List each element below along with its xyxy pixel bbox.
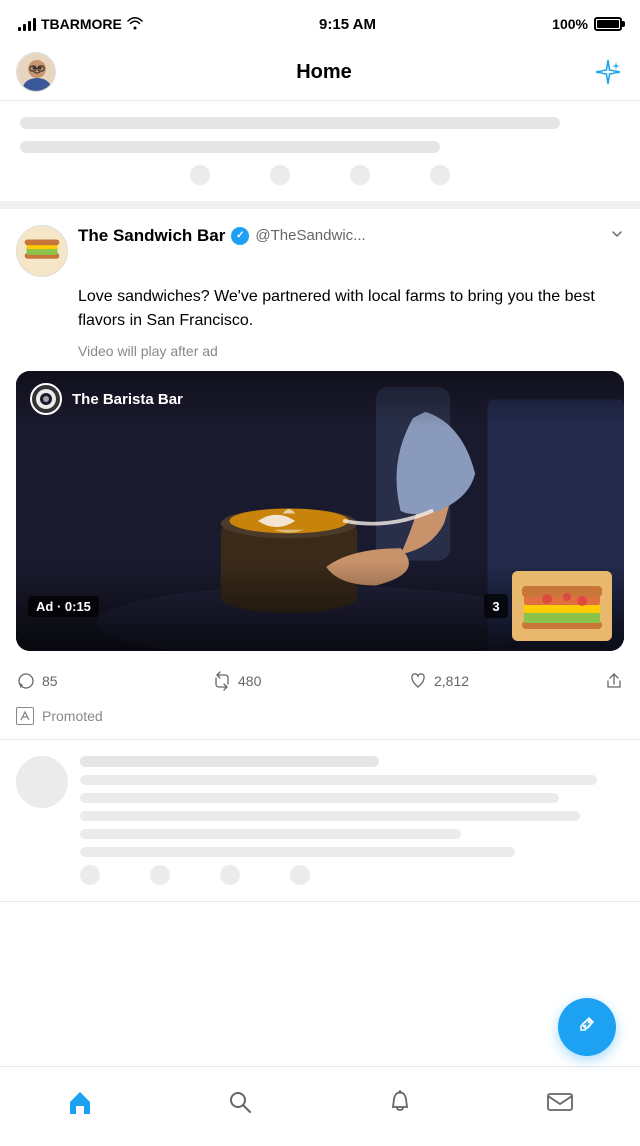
video-count-badge: 3: [484, 594, 508, 618]
heart-icon: [408, 671, 428, 691]
retweet-action[interactable]: 480: [212, 671, 408, 691]
share-action[interactable]: [604, 671, 624, 691]
video-will-play-text: Video will play after ad: [16, 343, 624, 359]
skeleton-loading-top: [0, 101, 640, 209]
video-thumbnail-preview: [512, 571, 612, 641]
tweet-account-name: The Sandwich Bar: [78, 226, 225, 246]
video-channel-logo: [30, 383, 62, 415]
skeleton-dot-3: [350, 165, 370, 185]
skeleton-line-2: [20, 141, 440, 153]
skeleton-name-2: [80, 756, 379, 767]
ad-badge: Ad · 0:15: [28, 596, 99, 617]
skeleton-dots-2: [80, 865, 624, 885]
signal-icon: [18, 17, 36, 31]
skeleton-dot-2-3: [220, 865, 240, 885]
video-player[interactable]: The Barista Bar Ad · 0:15 3: [16, 371, 624, 651]
video-thumbnail-stack[interactable]: 3: [484, 571, 612, 641]
tweet-handle: @TheSandwic...: [255, 227, 365, 244]
page-title: Home: [296, 61, 352, 84]
nav-search[interactable]: [210, 1077, 270, 1127]
skeleton-dot-2-2: [150, 865, 170, 885]
video-channel-name: The Barista Bar: [72, 391, 183, 408]
battery-icon: [594, 17, 622, 31]
bell-icon: [386, 1088, 414, 1116]
tweet-meta: The Sandwich Bar ✓ @TheSandwic...: [78, 225, 624, 246]
battery-percent: 100%: [552, 16, 588, 32]
tweet-card: The Sandwich Bar ✓ @TheSandwic... Love s…: [0, 209, 640, 740]
status-time: 9:15 AM: [319, 16, 376, 33]
promoted-row: Promoted: [16, 699, 624, 739]
skeleton-dot-2: [270, 165, 290, 185]
skeleton-dot-1: [190, 165, 210, 185]
nav-home[interactable]: [50, 1077, 110, 1127]
like-action[interactable]: 2,812: [408, 671, 604, 691]
status-right: 100%: [552, 16, 622, 32]
retweet-icon: [212, 671, 232, 691]
tweet-body-text: Love sandwiches? We've partnered with lo…: [16, 285, 624, 333]
status-bar: TBARMORE 9:15 AM 100%: [0, 0, 640, 44]
app-header: Home: [0, 44, 640, 101]
user-avatar[interactable]: [16, 52, 56, 92]
compose-icon: [575, 1012, 599, 1042]
reply-action[interactable]: 85: [16, 671, 212, 691]
wifi-icon: [127, 16, 143, 33]
skeleton-dot-2-1: [80, 865, 100, 885]
tweet-avatar[interactable]: [16, 225, 68, 277]
video-top-bar: The Barista Bar: [16, 371, 624, 427]
promoted-label: Promoted: [42, 708, 103, 724]
carrier-name: TBARMORE: [41, 16, 122, 32]
reply-count: 85: [42, 673, 58, 689]
like-count: 2,812: [434, 673, 469, 689]
status-left: TBARMORE: [18, 16, 143, 33]
dropdown-icon[interactable]: [610, 225, 624, 246]
compose-button[interactable]: [558, 998, 616, 1056]
tweet-header: The Sandwich Bar ✓ @TheSandwic...: [16, 225, 624, 277]
sparkle-icon[interactable]: [592, 56, 624, 88]
skeleton-text-2b: [80, 793, 559, 803]
skeleton-dot-2-4: [290, 865, 310, 885]
skeleton-text-2e: [80, 847, 515, 857]
skeleton-dot-4: [430, 165, 450, 185]
skeleton-avatar-2: [16, 756, 68, 808]
skeleton-content-2: [80, 756, 624, 885]
skeleton-text-2d: [80, 829, 461, 839]
nav-notifications[interactable]: [370, 1077, 430, 1127]
skeleton-line-1: [20, 117, 560, 129]
home-icon: [66, 1088, 94, 1116]
skeleton-dots: [20, 165, 620, 185]
skeleton-text-2c: [80, 811, 580, 821]
verified-badge: ✓: [231, 227, 249, 245]
share-icon: [604, 671, 624, 691]
retweet-count: 480: [238, 673, 261, 689]
nav-messages[interactable]: [530, 1077, 590, 1127]
reply-icon: [16, 671, 36, 691]
skeleton-tweet-2: [0, 740, 640, 902]
bottom-navigation: [0, 1066, 640, 1146]
video-bottom-bar: Ad · 0:15 3: [16, 561, 624, 651]
promoted-icon: [16, 707, 34, 725]
search-icon: [226, 1088, 254, 1116]
mail-icon: [546, 1088, 574, 1116]
tweet-actions: 85 480 2,812: [16, 663, 624, 699]
skeleton-text-2a: [80, 775, 597, 785]
